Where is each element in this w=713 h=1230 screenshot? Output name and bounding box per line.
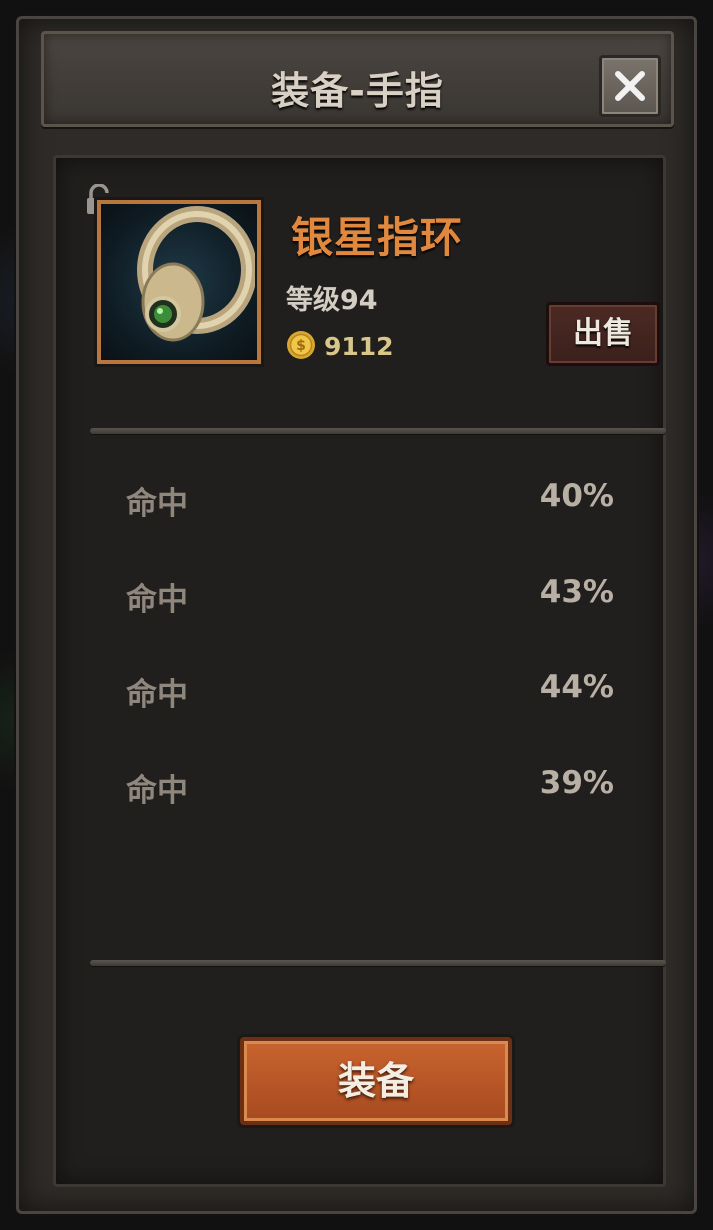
item-image-frame[interactable] [97, 200, 261, 364]
item-detail-panel: 银星指环 等级94 $ 9112 出售 命中 40% 命中 43% 命中 44%… [53, 155, 666, 1187]
stat-row: 命中 44% [126, 669, 614, 713]
stat-name: 命中 [126, 677, 188, 713]
sell-button[interactable]: 出售 [546, 302, 660, 366]
equip-button[interactable]: 装备 [240, 1037, 512, 1125]
divider-bottom [90, 960, 666, 966]
stat-name: 命中 [126, 486, 188, 522]
close-button[interactable] [599, 55, 661, 117]
gold-coin-icon: $ [287, 331, 315, 359]
ring-icon [137, 206, 255, 342]
stat-name: 命中 [126, 582, 188, 618]
dialog-title: 装备-手指 [271, 69, 444, 113]
svg-text:$: $ [296, 338, 306, 354]
stat-name: 命中 [126, 773, 188, 809]
stat-row: 命中 39% [126, 765, 614, 809]
stat-row: 命中 40% [126, 478, 614, 522]
stat-row: 命中 43% [126, 574, 614, 618]
close-icon [615, 71, 645, 101]
divider-top [90, 428, 666, 434]
item-price: 9112 [324, 332, 394, 361]
stat-value: 44% [539, 669, 614, 705]
stat-value: 39% [539, 765, 614, 801]
equipment-dialog: 装备-手指 银星指环 等级94 $ 9112 出售 命中 40% 命中 43% … [16, 16, 697, 1214]
dialog-titlebar: 装备-手指 [41, 31, 674, 127]
stat-value: 40% [539, 478, 614, 514]
item-level: 等级94 [286, 285, 378, 316]
item-name: 银星指环 [291, 213, 464, 262]
stat-value: 43% [539, 574, 614, 610]
